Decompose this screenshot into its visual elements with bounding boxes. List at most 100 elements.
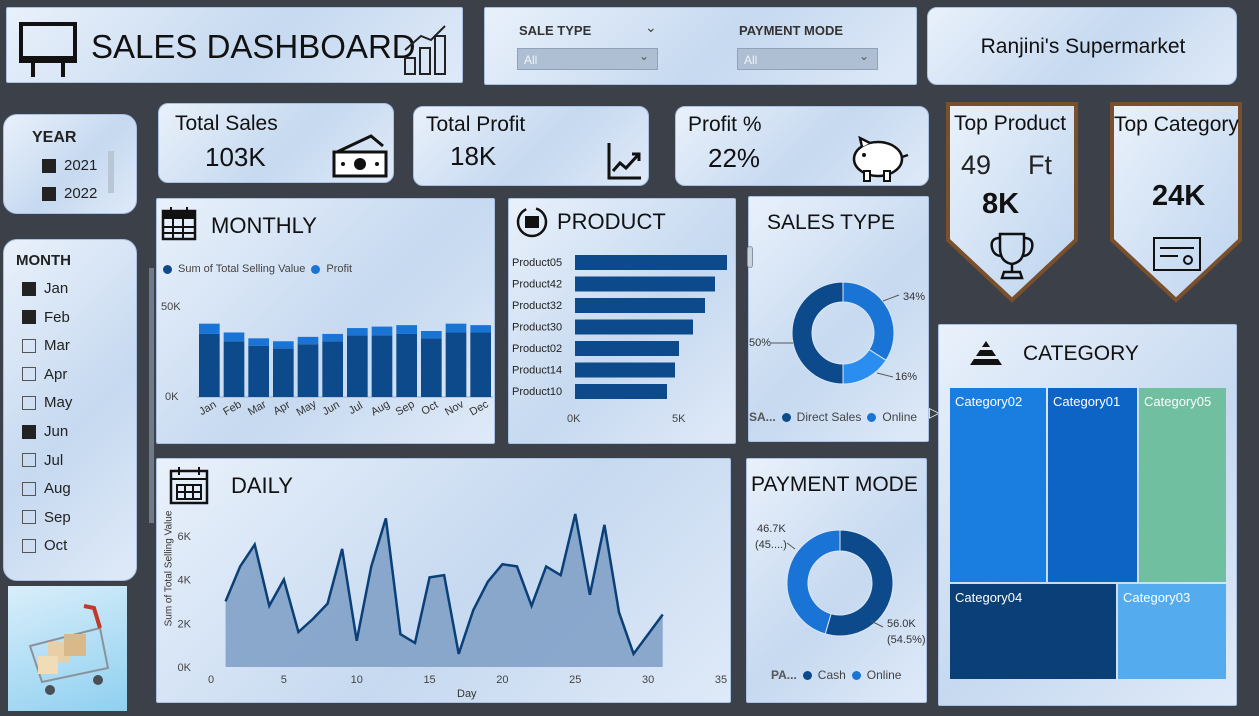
- bar-profit[interactable]: [421, 331, 442, 339]
- top-category-value: 24K: [1152, 180, 1206, 212]
- checkbox[interactable]: [22, 510, 36, 525]
- month-label: Feb: [44, 308, 70, 326]
- bar-selling-value[interactable]: [396, 333, 417, 397]
- month-option-jun[interactable]: Jun: [22, 423, 68, 440]
- bar-profit[interactable]: [273, 341, 294, 349]
- bar-selling-value[interactable]: [470, 332, 491, 397]
- month-slicer: MONTH Jan Feb Mar Apr May Jun Jul Aug Sep Oct: [3, 239, 137, 581]
- bar-selling-value[interactable]: [248, 345, 269, 397]
- bar-profit[interactable]: [470, 325, 491, 333]
- bar-selling-value[interactable]: [371, 335, 393, 397]
- shopping-cart-image: [8, 586, 127, 711]
- top-product-name-a: 49: [961, 150, 992, 180]
- bar-selling-value[interactable]: [297, 344, 319, 397]
- kpi-value: 22%: [708, 143, 761, 173]
- bar-selling-value[interactable]: [199, 333, 220, 397]
- bar-selling-value[interactable]: [322, 341, 343, 397]
- y-tick-label: Product32: [512, 300, 562, 312]
- donut-label: 50%: [749, 337, 772, 349]
- sale-type-dropdown[interactable]: All ⌄: [517, 48, 658, 70]
- year-option-2021[interactable]: 2021: [42, 157, 97, 174]
- month-option-sep[interactable]: Sep: [22, 509, 71, 526]
- kpi-label: Total Profit: [426, 113, 526, 136]
- year-label: 2021: [64, 157, 98, 174]
- bar-product[interactable]: [575, 298, 705, 313]
- bar-product[interactable]: [575, 362, 675, 378]
- bar-selling-value[interactable]: [445, 332, 467, 397]
- month-title: MONTH: [16, 252, 71, 269]
- bar-profit[interactable]: [322, 333, 343, 342]
- month-option-apr[interactable]: Apr: [22, 366, 67, 383]
- category-tile[interactable]: Category04: [950, 584, 1116, 679]
- sales-type-donut: [771, 281, 900, 385]
- checkbox[interactable]: [42, 186, 56, 201]
- top-product-label: Top Product: [954, 112, 1067, 135]
- year-label: 2022: [64, 185, 98, 202]
- checkbox[interactable]: [22, 367, 36, 382]
- legend-swatch: [867, 412, 877, 422]
- x-tick-label: 5: [281, 674, 287, 686]
- filters-card: SALE TYPE ⌄ All ⌄ PAYMENT MODE All ⌄: [484, 7, 917, 85]
- chevron-down-icon[interactable]: ⌄: [645, 19, 657, 36]
- kpi-value: 103K: [205, 142, 266, 172]
- bar-profit[interactable]: [199, 323, 220, 334]
- scroll-handle[interactable]: [747, 246, 753, 268]
- category-title: CATEGORY: [1023, 342, 1139, 365]
- bar-selling-value[interactable]: [223, 341, 245, 397]
- monthly-chart: Jan Feb Mar Apr May Jun Jul Aug Sep Oct Nov Dec: [197, 323, 493, 419]
- legend-title: SA...: [749, 410, 776, 424]
- bar-profit[interactable]: [223, 332, 245, 342]
- month-option-mar[interactable]: Mar: [22, 337, 70, 354]
- product-chart: Product05 Product42 Product32 Product30 Prod…: [512, 255, 727, 399]
- checkbox[interactable]: [22, 395, 36, 410]
- month-option-jul[interactable]: Jul: [22, 452, 63, 469]
- month-option-aug[interactable]: Aug: [22, 480, 71, 497]
- leader-line: [876, 372, 894, 378]
- donut-slice[interactable]: [842, 281, 895, 362]
- category-tile[interactable]: Category02: [950, 388, 1046, 582]
- checkbox[interactable]: [22, 538, 36, 553]
- month-option-oct[interactable]: Oct: [22, 537, 67, 554]
- bar-product[interactable]: [575, 319, 693, 335]
- scrollbar[interactable]: [149, 268, 154, 523]
- checkbox[interactable]: [22, 310, 36, 325]
- month-option-feb[interactable]: Feb: [22, 309, 70, 326]
- x-tick-label: Aug: [369, 398, 392, 418]
- category-tile[interactable]: Category01: [1048, 388, 1137, 582]
- sale-type-value: All: [524, 53, 538, 67]
- checkbox[interactable]: [22, 453, 36, 468]
- legend-title: PA...: [771, 668, 797, 682]
- chevron-down-icon: ⌄: [638, 49, 649, 63]
- bar-profit[interactable]: [248, 338, 269, 346]
- bar-profit[interactable]: [445, 323, 467, 333]
- x-tick-label: Jan: [197, 399, 218, 418]
- category-tile[interactable]: Category05: [1139, 388, 1226, 582]
- bar-profit[interactable]: [347, 328, 368, 336]
- bar-product[interactable]: [575, 341, 679, 356]
- month-option-jan[interactable]: Jan: [22, 280, 68, 297]
- bar-profit[interactable]: [371, 326, 393, 336]
- bar-selling-value[interactable]: [421, 338, 442, 397]
- checkbox[interactable]: [22, 281, 36, 296]
- checkbox[interactable]: [22, 424, 36, 439]
- x-tick-label: Mar: [246, 398, 269, 418]
- bar-product[interactable]: [575, 384, 667, 399]
- month-option-may[interactable]: May: [22, 394, 72, 411]
- store-card: Ranjini's Supermarket: [927, 7, 1237, 85]
- checkbox[interactable]: [22, 338, 36, 353]
- payment-mode-dropdown[interactable]: All ⌄: [737, 48, 878, 70]
- scrollbar[interactable]: [108, 151, 114, 193]
- category-tile[interactable]: Category03: [1118, 584, 1226, 679]
- donut-slice[interactable]: [791, 281, 844, 385]
- leader-line: [786, 542, 796, 550]
- bar-product[interactable]: [575, 276, 715, 292]
- bar-profit[interactable]: [396, 325, 417, 334]
- cash-icon: [332, 134, 388, 178]
- checkbox[interactable]: [22, 481, 36, 496]
- bar-profit[interactable]: [297, 336, 319, 345]
- checkbox[interactable]: [42, 158, 56, 173]
- bar-selling-value[interactable]: [273, 348, 294, 397]
- bar-selling-value[interactable]: [347, 335, 368, 397]
- bar-product[interactable]: [575, 255, 727, 270]
- year-option-2022[interactable]: 2022: [42, 185, 97, 202]
